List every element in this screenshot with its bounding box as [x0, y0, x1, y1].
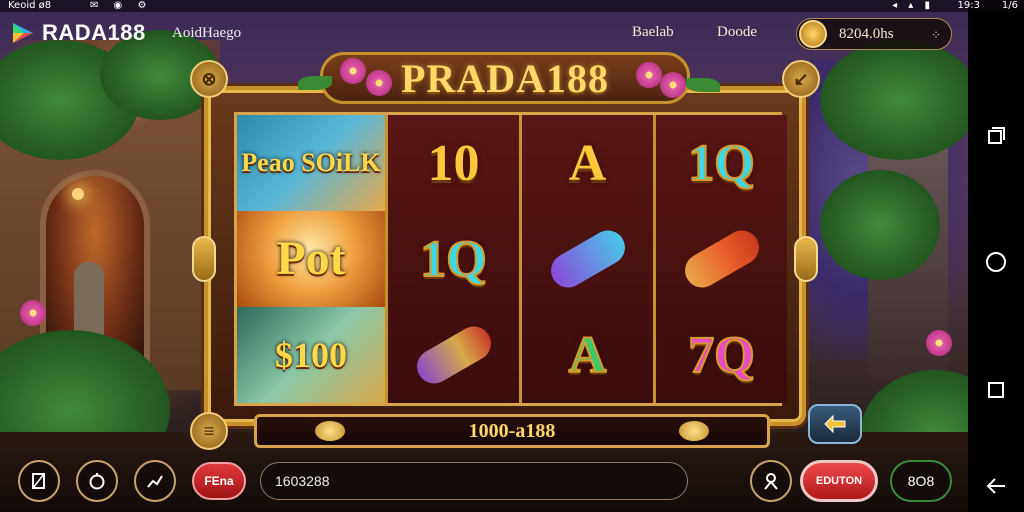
reel-symbol: A — [522, 115, 653, 211]
logo-text: RADA188 — [42, 20, 146, 45]
symbol-text: 7Q — [687, 326, 755, 385]
profile-button[interactable] — [750, 460, 792, 502]
header-sub-label: AoidHaego — [172, 25, 242, 41]
reel-3: 1Q 7Q — [656, 115, 787, 403]
home-circle-icon — [986, 252, 1006, 272]
symbol-text: 1Q — [687, 134, 755, 193]
symbol-text: A — [568, 326, 608, 385]
reel-symbol: 1Q — [656, 115, 787, 211]
bet-amount-field[interactable]: 1603288 — [260, 462, 688, 500]
flower-decoration — [926, 330, 952, 356]
symbol-text: A — [568, 134, 607, 192]
timer-button[interactable] — [76, 460, 118, 502]
status-time: 19:3 — [957, 0, 980, 11]
home-nav-button[interactable] — [984, 250, 1008, 274]
back-arrow-icon — [986, 478, 1005, 494]
auto-button[interactable]: 8O8 — [890, 460, 952, 502]
status-icons: ✉ ◉ ⚙ — [90, 0, 153, 11]
system-nav-bar — [968, 12, 1024, 512]
coin-icon — [799, 20, 827, 48]
flower-decoration — [366, 70, 392, 96]
app-logo[interactable]: RADA188 — [10, 20, 146, 46]
chart-icon — [147, 475, 163, 488]
turbo-icon — [824, 414, 846, 434]
reel-symbol: 7Q — [656, 307, 787, 403]
scroll-orange-icon — [678, 224, 765, 294]
flower-decoration — [636, 62, 662, 88]
header-link-1[interactable]: Baelab — [632, 24, 674, 41]
back-corner-icon[interactable]: ↙ — [782, 60, 820, 98]
win-display: 1000-a188 — [254, 414, 770, 448]
feature-tile-text: Pot — [276, 232, 346, 285]
palm-leaves — [820, 170, 940, 280]
bet-button[interactable]: FEna — [192, 462, 246, 500]
scroll-blue-icon — [544, 224, 631, 294]
flower-decoration — [20, 300, 46, 326]
overview-button[interactable] — [984, 378, 1008, 402]
info-corner-icon[interactable]: ⊗ — [190, 60, 228, 98]
stats-button[interactable] — [134, 460, 176, 502]
reel-symbol: 1Q — [388, 211, 519, 307]
symbol-text: 10 — [427, 134, 480, 192]
menu-corner-icon[interactable]: ≡ — [190, 412, 228, 450]
machine-title: PRADA188 — [401, 55, 609, 101]
person-icon — [764, 473, 778, 490]
back-button[interactable] — [984, 474, 1008, 498]
symbol-text: 1Q — [419, 230, 487, 289]
reel-symbol: 10 — [388, 115, 519, 211]
reel-2: A A — [522, 115, 653, 403]
feature-tile-text: $100 — [275, 335, 347, 375]
flower-decoration — [660, 72, 686, 98]
reel-symbol — [388, 307, 519, 403]
status-bar: Keoid ø8 ✉ ◉ ⚙ ◂ ▴ ▮ 19:3 1/6 — [0, 0, 1024, 12]
scroll-red-icon — [410, 320, 497, 390]
header-link-2[interactable]: Doode — [717, 24, 757, 41]
recents-icon — [988, 127, 1005, 144]
feature-tile: Peao SOiLK — [237, 115, 385, 211]
recents-button[interactable] — [984, 124, 1008, 148]
square-icon — [988, 382, 1004, 398]
balance-display[interactable]: 8204.0hs ⁘ — [796, 18, 952, 50]
spin-button[interactable]: EDUTON — [800, 460, 878, 502]
leaf-decoration — [298, 76, 332, 90]
feature-tile-text: Peao SOiLK — [241, 148, 381, 177]
lamp-light — [72, 188, 84, 200]
reel-symbol: A — [522, 307, 653, 403]
emblem-icon — [315, 421, 345, 441]
reel-symbol — [522, 211, 653, 307]
status-label: Keoid ø8 — [8, 0, 52, 11]
home-button[interactable] — [18, 460, 60, 502]
balance-value: 8204.0hs — [839, 25, 894, 42]
feature-tile: Pot — [237, 211, 385, 307]
door-icon — [32, 473, 45, 489]
left-side-ornament — [192, 236, 216, 282]
more-icon[interactable]: ⁘ — [931, 28, 941, 42]
play-logo-icon — [13, 23, 33, 43]
status-right-icons: ◂ ▴ ▮ — [892, 0, 934, 11]
right-side-ornament — [794, 236, 818, 282]
win-display-value: 1000-a188 — [468, 419, 556, 442]
leaf-decoration — [686, 78, 720, 92]
flower-decoration — [340, 58, 366, 84]
reel-symbol — [656, 211, 787, 307]
emblem-icon — [679, 421, 709, 441]
slot-machine: ⊗ ↙ PRADA188 Peao SOiLK Pot $100 10 1Q A… — [190, 52, 820, 460]
reel-area: Peao SOiLK Pot $100 10 1Q A A 1Q 7Q — [234, 112, 787, 406]
palm-leaves — [820, 40, 968, 160]
reel-1: 10 1Q — [388, 115, 519, 403]
turbo-button[interactable] — [808, 404, 862, 444]
status-extra: 1/6 — [1001, 0, 1018, 11]
stopwatch-icon — [89, 473, 105, 490]
feature-tile: $100 — [237, 307, 385, 403]
